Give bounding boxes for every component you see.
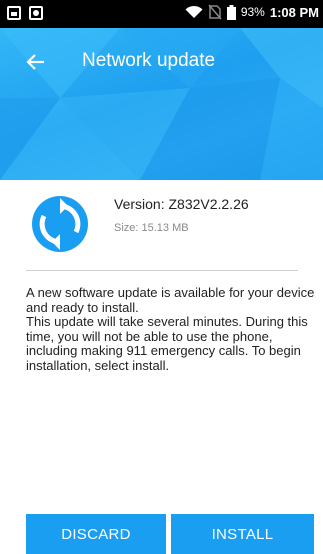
status-system-icons: 93% 1:08 PM	[185, 4, 319, 20]
size-label: Size: 15.13 MB	[114, 222, 189, 234]
gallery-icon	[7, 6, 21, 20]
status-notification-icons	[7, 6, 43, 20]
version-label: Version: Z832V2.2.26	[114, 196, 249, 212]
back-arrow-icon[interactable]	[22, 48, 50, 76]
discard-button[interactable]: DISCARD	[26, 514, 166, 554]
update-sync-icon	[32, 196, 88, 252]
app-header: Network update	[0, 28, 323, 180]
description-paragraph-2: This update will take several minutes. D…	[26, 314, 308, 373]
status-time: 1:08 PM	[269, 4, 319, 20]
wifi-icon	[185, 5, 203, 18]
battery-percent: 93%	[240, 5, 265, 19]
no-sim-icon	[208, 4, 222, 20]
divider	[26, 270, 298, 271]
notification-circle-icon	[29, 6, 43, 20]
status-bar: 93% 1:08 PM	[0, 0, 323, 28]
description-paragraph-1: A new software update is available for y…	[26, 285, 315, 315]
battery-icon	[226, 4, 236, 20]
install-button[interactable]: INSTALL	[171, 514, 314, 554]
update-description: A new software update is available for y…	[26, 285, 316, 373]
page-title: Network update	[82, 50, 216, 71]
